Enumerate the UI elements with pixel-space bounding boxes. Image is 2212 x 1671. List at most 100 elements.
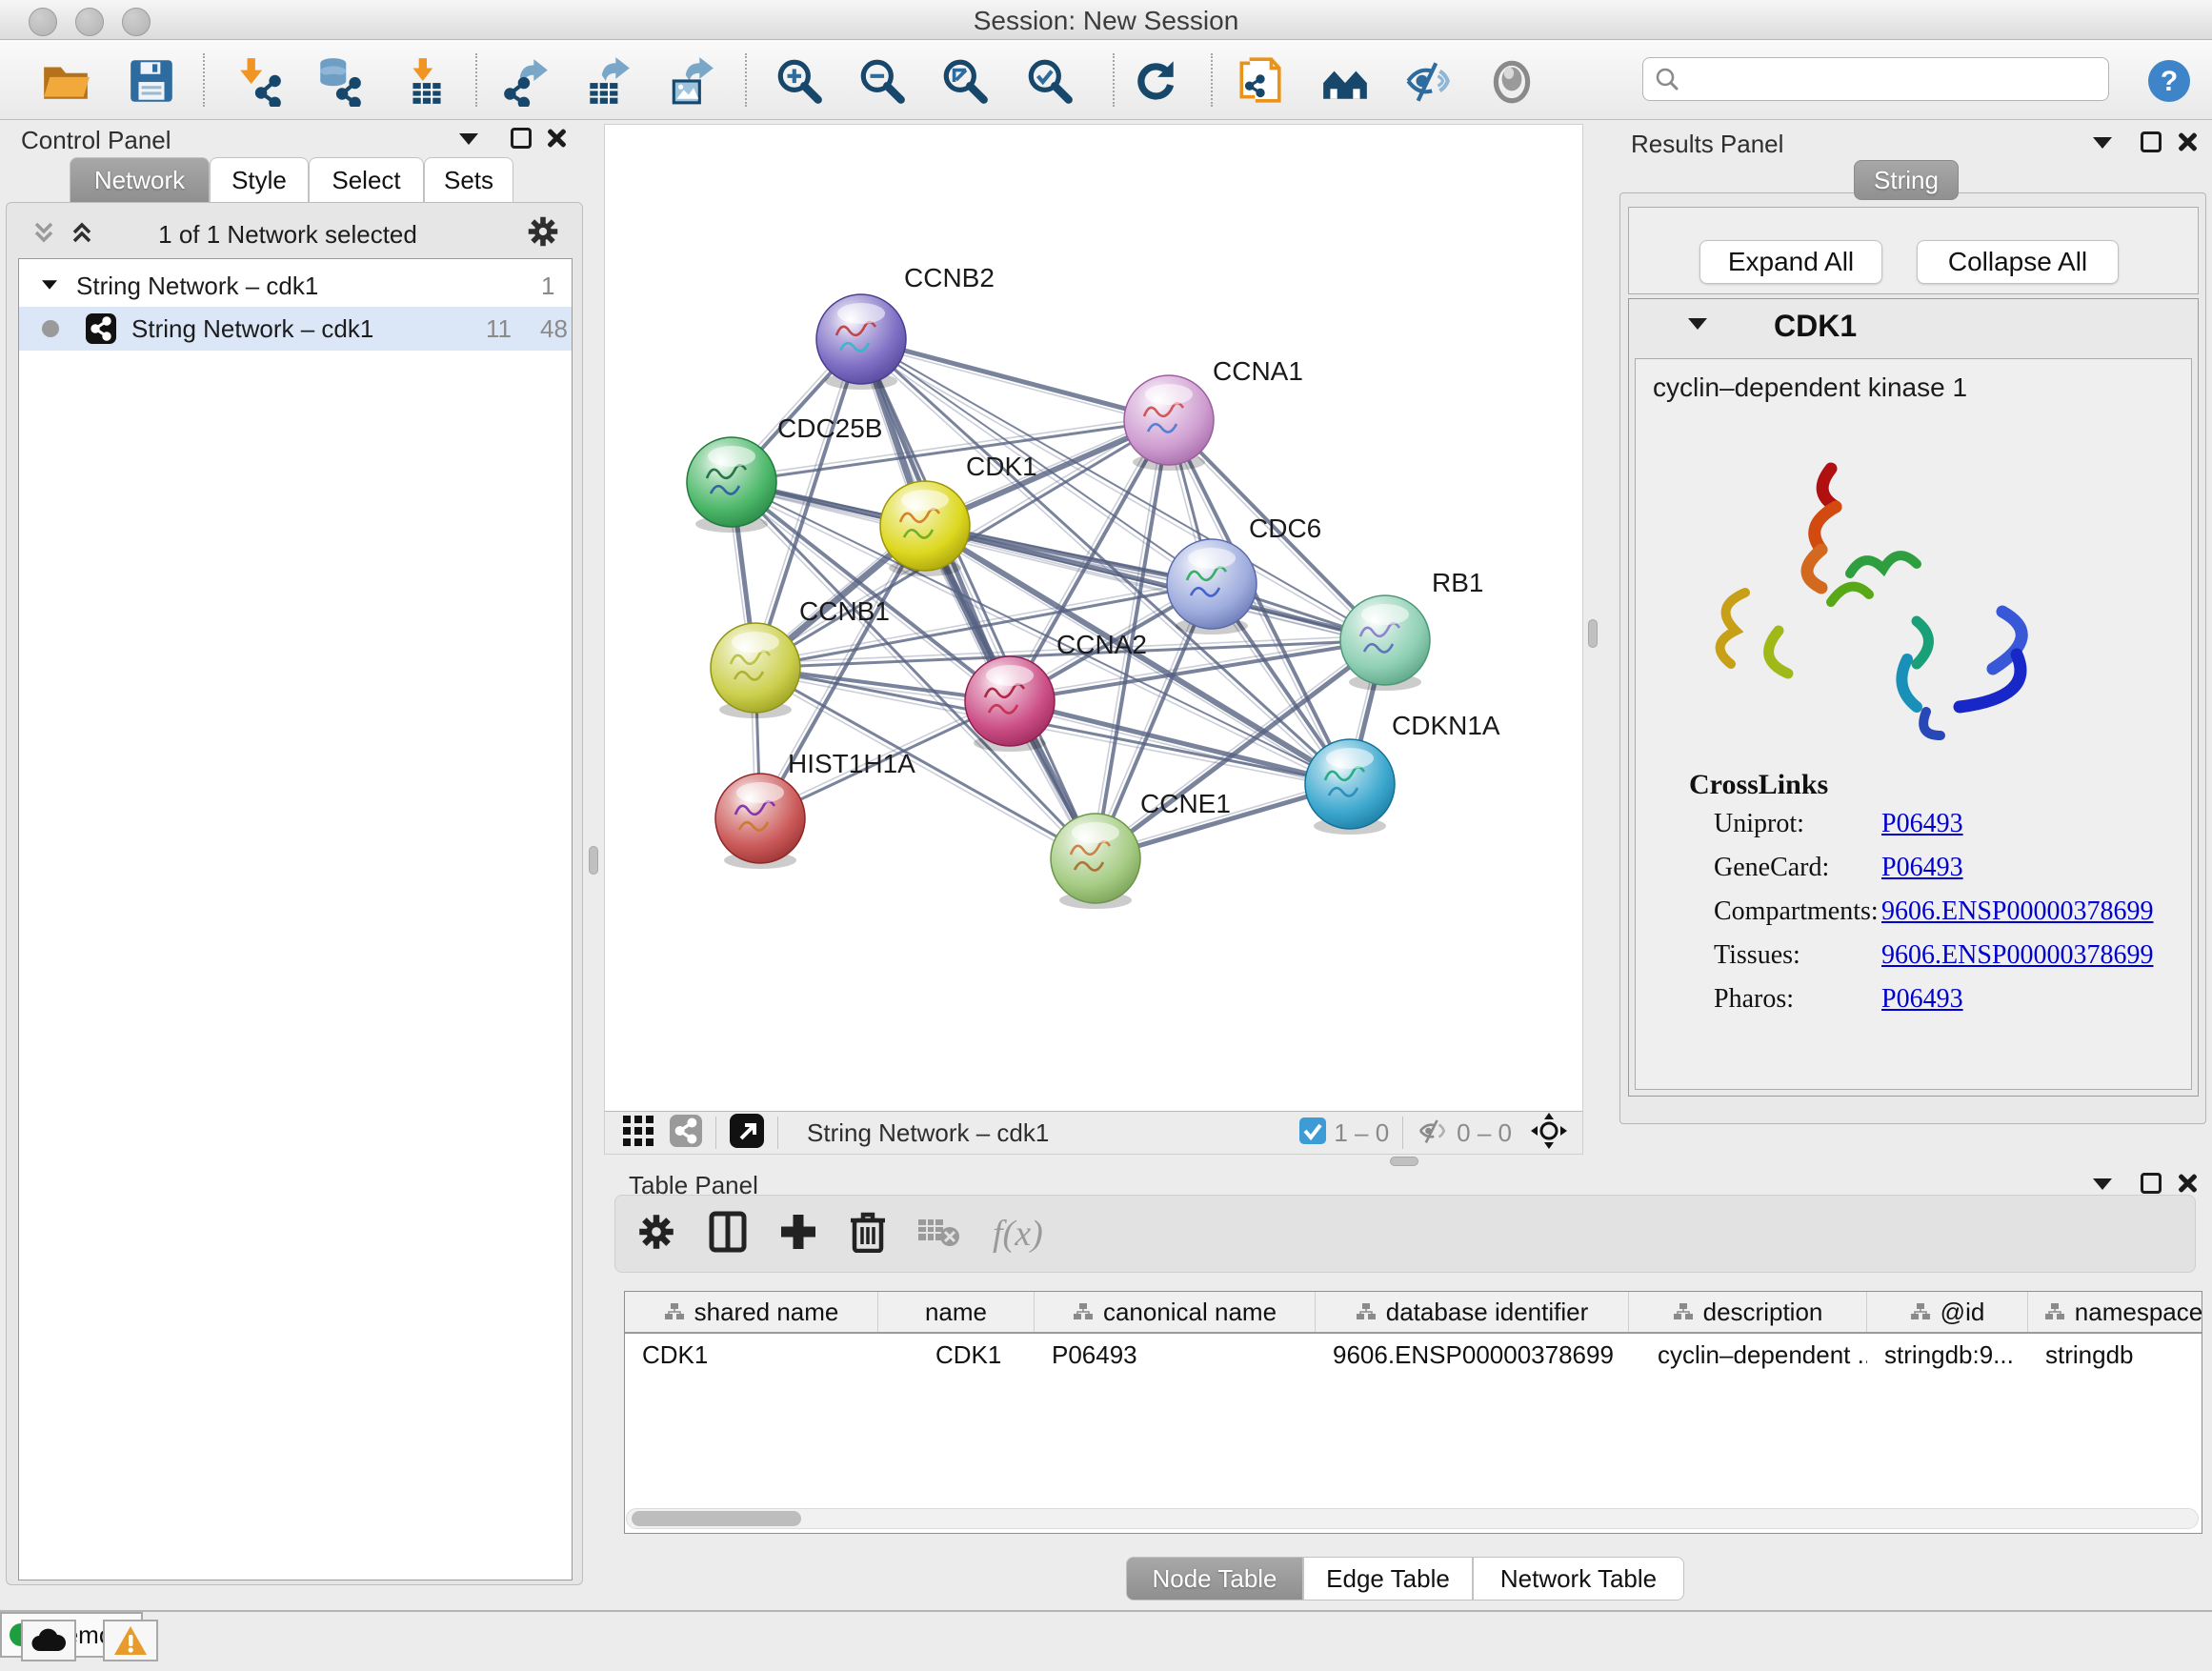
column-header-namespace[interactable]: namespace — [2028, 1292, 2202, 1332]
cell-namespace[interactable]: stringdb — [2028, 1334, 2202, 1376]
collapse-all-networks-icon[interactable] — [30, 218, 58, 252]
float-panel-icon[interactable] — [2141, 1173, 2162, 1194]
column-header-name[interactable]: name — [878, 1292, 1035, 1332]
export-table-button[interactable] — [578, 51, 637, 111]
left-splitter-handle[interactable] — [589, 846, 598, 875]
table-settings-gear-icon[interactable] — [636, 1212, 676, 1257]
panel-menu-caret-icon[interactable] — [2093, 1178, 2112, 1190]
gene-name: CDK1 — [1774, 309, 1857, 344]
cell-id[interactable]: stringdb:9... — [1867, 1334, 2028, 1376]
refresh-button[interactable] — [1126, 51, 1185, 111]
column-label: shared name — [694, 1298, 839, 1327]
network-node-cdkn1a[interactable]: CDKN1A — [1305, 711, 1500, 835]
table-horizontal-scrollbar[interactable] — [626, 1508, 2199, 1529]
horizontal-splitter-handle[interactable] — [1390, 1157, 1418, 1166]
tab-network-table[interactable]: Network Table — [1473, 1557, 1684, 1601]
entry-collapse-caret-icon[interactable] — [1688, 318, 1707, 330]
collapse-all-button[interactable]: Collapse All — [1917, 240, 2119, 284]
expand-all-networks-icon[interactable] — [68, 218, 96, 252]
close-panel-icon[interactable] — [2176, 1172, 2199, 1195]
tab-sets[interactable]: Sets — [424, 157, 513, 203]
collection-caret-icon[interactable] — [42, 280, 57, 290]
string-home-button[interactable] — [1316, 51, 1375, 111]
network-node-ccne1[interactable]: CCNE1 — [1051, 789, 1231, 909]
cell-shared-name[interactable]: CDK1 — [625, 1334, 878, 1376]
show-all-button[interactable] — [1482, 51, 1541, 111]
share-document-button[interactable] — [1230, 51, 1289, 111]
tab-node-table[interactable]: Node Table — [1126, 1557, 1303, 1601]
close-panel-icon[interactable] — [545, 127, 568, 150]
network-view[interactable]: CCNB2CCNA1CDC25BCDK1CDC6RB1CCNB1CCNA2CDK… — [604, 124, 1583, 1155]
crosslink-pharos-link[interactable]: P06493 — [1881, 984, 1963, 1015]
column-header-description[interactable]: description — [1629, 1292, 1867, 1332]
column-header-id[interactable]: @id — [1867, 1292, 2028, 1332]
network-node-ccna1[interactable]: CCNA1 — [1124, 356, 1303, 471]
right-splitter-handle[interactable] — [1588, 619, 1598, 648]
float-panel-icon[interactable] — [2141, 131, 2162, 152]
expand-all-button[interactable]: Expand All — [1699, 240, 1882, 284]
panel-menu-caret-icon[interactable] — [2093, 137, 2112, 149]
pan-crosshair-icon[interactable] — [1531, 1113, 1567, 1154]
network-edge[interactable] — [860, 344, 1168, 425]
network-graph[interactable]: CCNB2CCNA1CDC25BCDK1CDC6RB1CCNB1CCNA2CDK… — [605, 125, 1584, 1111]
network-node-ccnb1[interactable]: CCNB1 — [711, 596, 890, 718]
zoom-selected-button[interactable] — [1020, 51, 1079, 111]
crosslink-uniprot-link[interactable]: P06493 — [1881, 809, 1963, 839]
network-edge[interactable] — [1010, 701, 1350, 784]
tab-style[interactable]: Style — [210, 157, 309, 203]
save-session-button[interactable] — [122, 51, 181, 111]
help-button[interactable]: ? — [2140, 51, 2199, 111]
export-network-button[interactable] — [496, 51, 555, 111]
function-builder-icon[interactable]: f(x) — [993, 1213, 1043, 1255]
import-network-database-button[interactable] — [310, 51, 369, 111]
panel-menu-caret-icon[interactable] — [459, 133, 478, 145]
string-badge-icon[interactable] — [670, 1115, 702, 1152]
close-panel-icon[interactable] — [2176, 131, 2199, 153]
float-panel-icon[interactable] — [511, 128, 532, 149]
crosslink-compartments-link[interactable]: 9606.ENSP00000378699 — [1881, 896, 2153, 927]
export-image-button[interactable] — [662, 51, 721, 111]
column-header-shared-name[interactable]: shared name — [625, 1292, 878, 1332]
delete-column-trash-icon[interactable] — [850, 1211, 886, 1258]
search-input[interactable] — [1679, 66, 2089, 92]
column-header-database-identifier[interactable]: database identifier — [1316, 1292, 1629, 1332]
cell-database-identifier[interactable]: 9606.ENSP00000378699 — [1316, 1334, 1629, 1376]
cell-description[interactable]: cyclin–dependent ... — [1629, 1334, 1867, 1376]
tab-network-label: Network — [94, 166, 185, 195]
hide-unselected-button[interactable] — [1398, 51, 1458, 111]
delete-table-icon[interactable] — [918, 1216, 960, 1253]
birdseye-grid-icon[interactable] — [622, 1115, 654, 1152]
warning-button[interactable] — [103, 1620, 158, 1661]
network-edge[interactable] — [861, 339, 1096, 858]
crosslink-genecard-link[interactable]: P06493 — [1881, 853, 1963, 883]
network-row-selected[interactable]: String Network – cdk1 11 48 — [19, 307, 572, 351]
tab-network[interactable]: Network — [70, 157, 210, 203]
column-header-canonical-name[interactable]: canonical name — [1035, 1292, 1316, 1332]
create-column-plus-icon[interactable] — [779, 1213, 817, 1256]
cell-name[interactable]: CDK1 — [878, 1334, 1035, 1376]
hidden-eye-slash-icon[interactable] — [1417, 1117, 1449, 1150]
scrollbar-thumb[interactable] — [632, 1511, 801, 1526]
zoom-fit-button[interactable] — [935, 51, 995, 111]
import-network-file-button[interactable] — [230, 51, 289, 111]
current-network-dot-icon — [42, 320, 59, 337]
open-session-button[interactable] — [36, 51, 95, 111]
zoom-out-button[interactable] — [853, 51, 912, 111]
network-options-gear-icon[interactable] — [526, 214, 560, 253]
network-node-rb1[interactable]: RB1 — [1340, 568, 1483, 691]
show-columns-icon[interactable] — [709, 1211, 747, 1258]
tab-edge-table[interactable]: Edge Table — [1303, 1557, 1473, 1601]
selected-checkbox-icon[interactable] — [1299, 1117, 1326, 1149]
tab-select[interactable]: Select — [309, 157, 424, 203]
zoom-in-button[interactable] — [770, 51, 829, 111]
expand-all-label: Expand All — [1728, 247, 1854, 277]
import-table-file-button[interactable] — [397, 51, 456, 111]
crosslink-tissues-link[interactable]: 9606.ENSP00000378699 — [1881, 940, 2153, 971]
cloud-button[interactable] — [21, 1620, 76, 1661]
tab-string[interactable]: String — [1854, 160, 1959, 200]
network-node-hist1h1a[interactable]: HIST1H1A — [715, 749, 915, 869]
network-collection-row[interactable]: String Network – cdk1 1 — [19, 264, 572, 308]
table-row[interactable]: CDK1 CDK1 P06493 9606.ENSP00000378699 cy… — [625, 1334, 2202, 1376]
cell-canonical-name[interactable]: P06493 — [1035, 1334, 1316, 1376]
open-in-browser-icon[interactable] — [730, 1114, 764, 1153]
